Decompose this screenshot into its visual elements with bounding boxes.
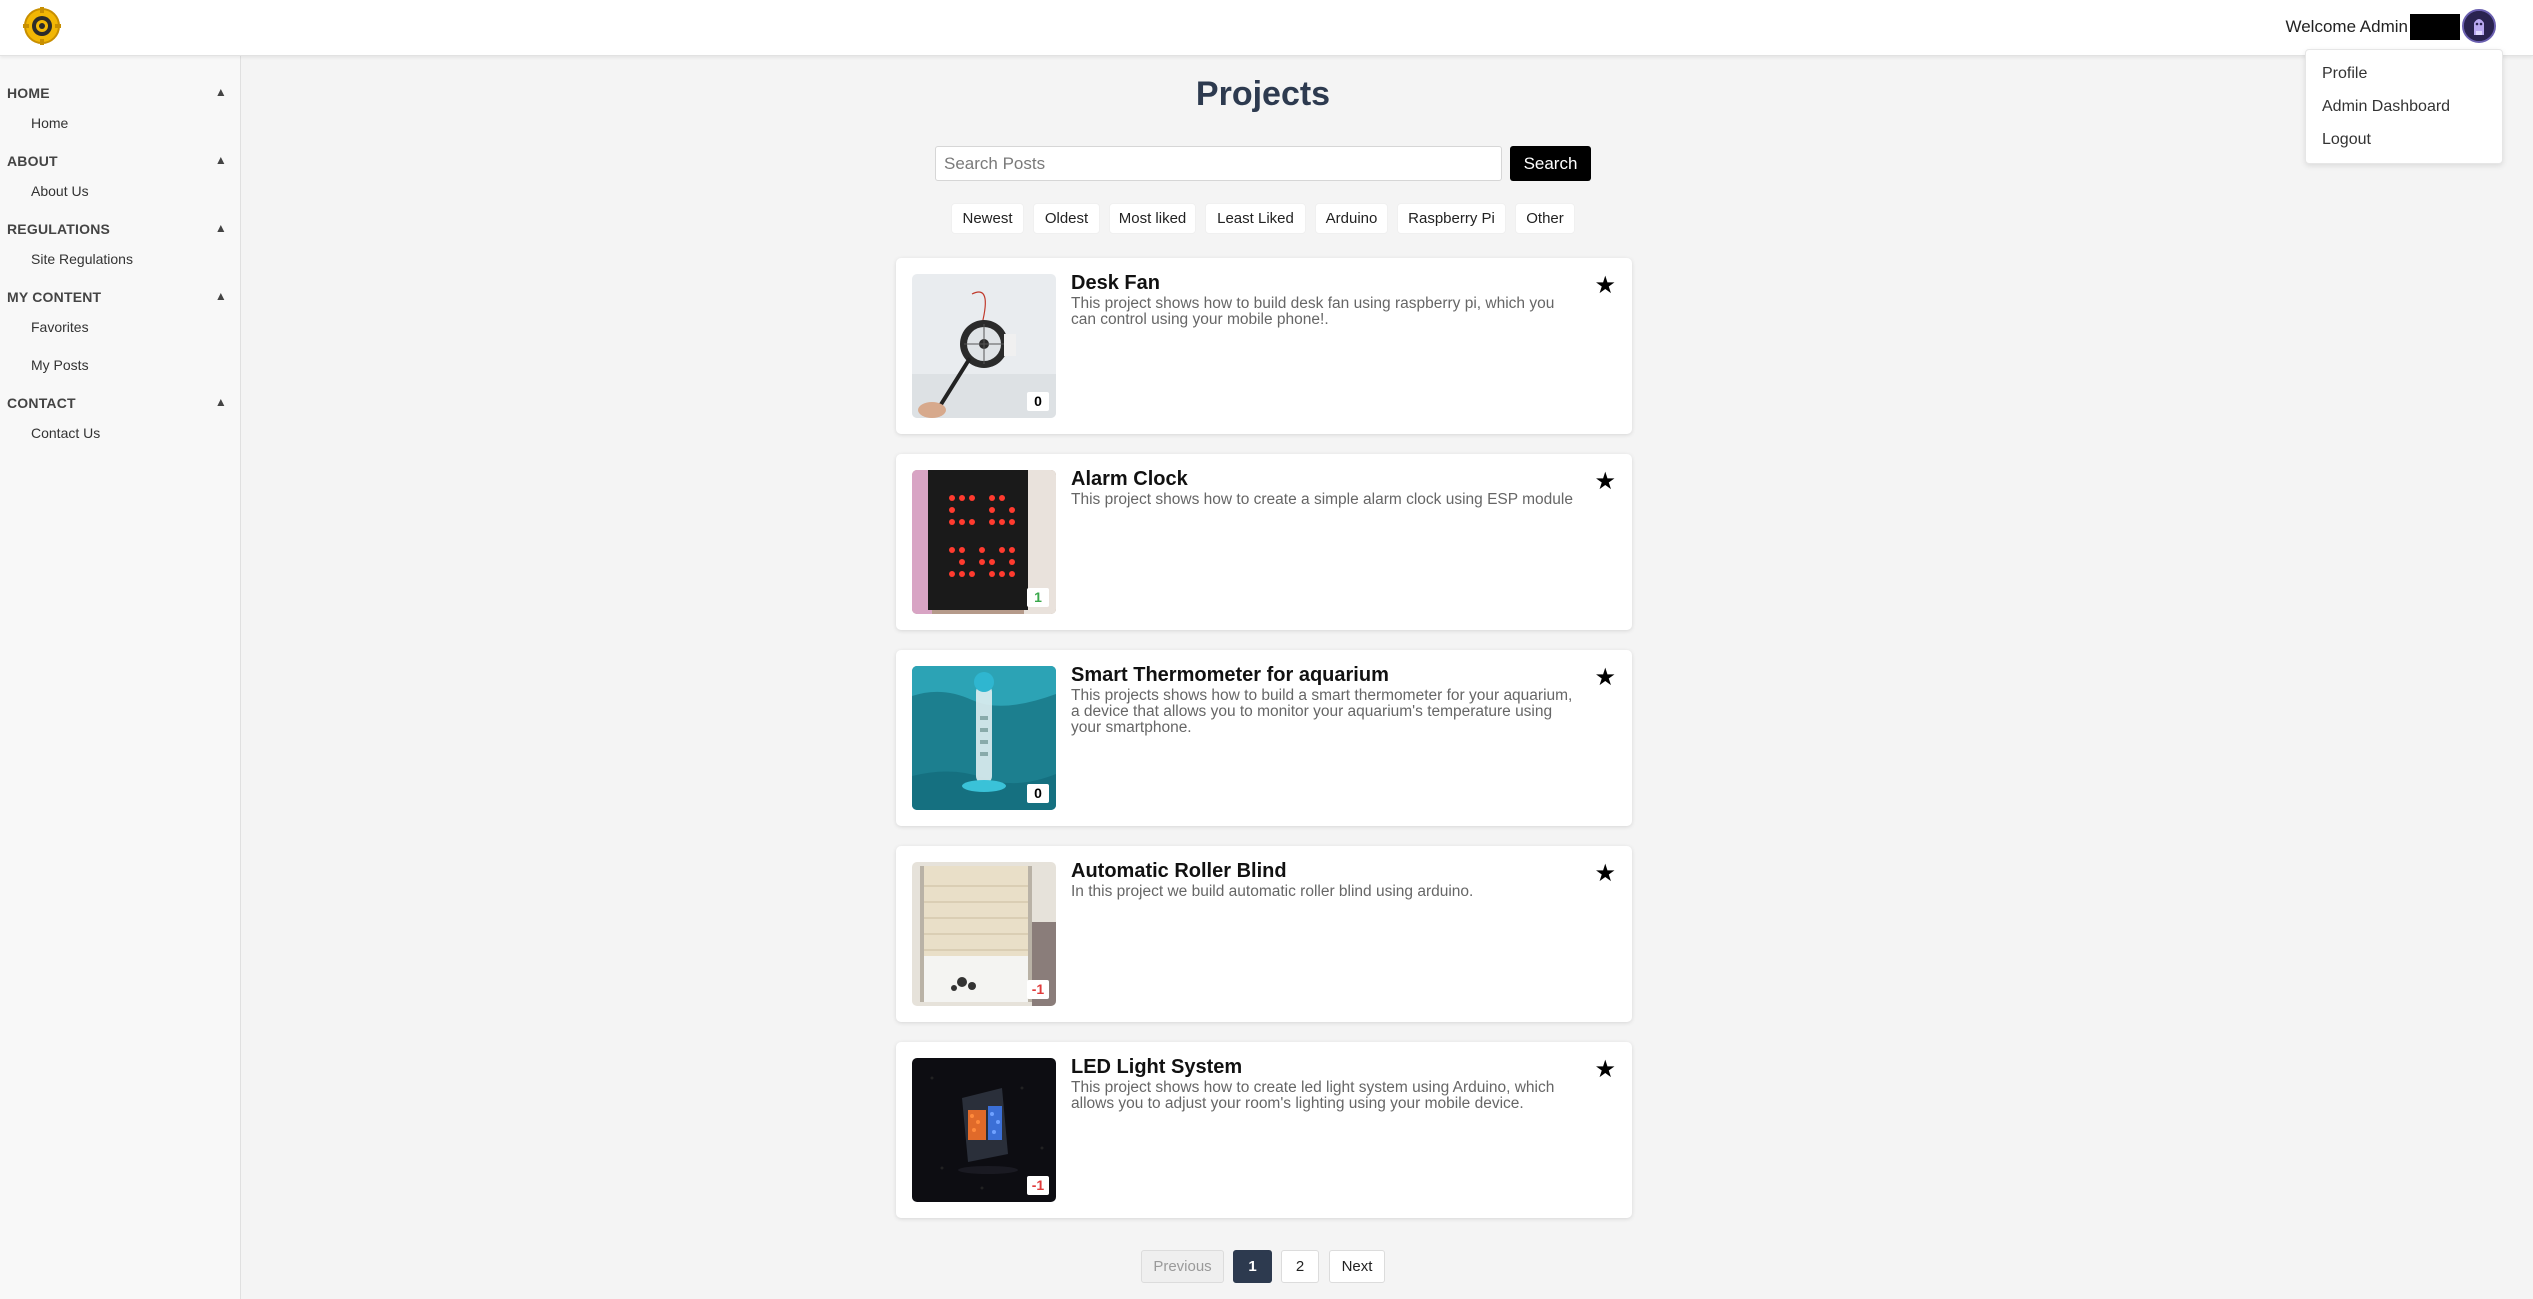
redacted-username: [2410, 14, 2460, 40]
favorite-star-icon[interactable]: ★: [1594, 859, 1616, 888]
search-input[interactable]: [935, 146, 1502, 181]
site-logo[interactable]: [22, 6, 62, 46]
post-title[interactable]: Smart Thermometer for aquarium: [1071, 664, 1389, 687]
post-description: In this project we build automatic rolle…: [1071, 883, 1474, 900]
sidebar-link-favorites[interactable]: Favorites: [31, 319, 89, 335]
post-description: This project shows how to create a simpl…: [1071, 491, 1573, 508]
page-title: Projects: [1195, 75, 1331, 113]
section-title: CONTACT: [7, 395, 76, 411]
sidebar-section-home[interactable]: HOME ▲: [7, 85, 227, 105]
menu-item-admin-dashboard[interactable]: Admin Dashboard: [2306, 93, 2502, 126]
favorite-star-icon[interactable]: ★: [1594, 467, 1616, 496]
welcome-text: Welcome Admin: [2285, 17, 2408, 36]
filter-arduino[interactable]: Arduino: [1315, 203, 1388, 234]
search-button[interactable]: Search: [1510, 146, 1591, 181]
sidebar-link-site-regulations[interactable]: Site Regulations: [31, 251, 133, 267]
favorite-star-icon[interactable]: ★: [1594, 271, 1616, 300]
sidebar-link-about-us[interactable]: About Us: [31, 183, 89, 199]
post-title[interactable]: LED Light System: [1071, 1056, 1242, 1079]
pagination-next[interactable]: Next: [1329, 1250, 1385, 1283]
filter-oldest[interactable]: Oldest: [1033, 203, 1100, 234]
collapse-arrow-icon[interactable]: ▲: [215, 221, 227, 235]
user-menu-dropdown: Profile Admin Dashboard Logout: [2305, 49, 2503, 164]
post-title[interactable]: Automatic Roller Blind: [1071, 860, 1287, 883]
like-score: -1: [1027, 1176, 1049, 1195]
section-title: REGULATIONS: [7, 221, 111, 237]
post-title[interactable]: Desk Fan: [1071, 272, 1160, 295]
post-thumbnail[interactable]: 0: [912, 274, 1056, 418]
collapse-arrow-icon[interactable]: ▲: [215, 289, 227, 303]
sidebar: HOME ▲ Home ABOUT ▲ About Us REGULATIONS…: [0, 56, 241, 1299]
section-title: HOME: [7, 85, 50, 101]
collapse-arrow-icon[interactable]: ▲: [215, 153, 227, 167]
like-score: 1: [1027, 588, 1049, 607]
filter-raspberry-pi[interactable]: Raspberry Pi: [1397, 203, 1506, 234]
collapse-arrow-icon[interactable]: ▲: [215, 395, 227, 409]
section-title: MY CONTENT: [7, 289, 102, 305]
sidebar-section-contact[interactable]: CONTACT ▲: [7, 395, 227, 415]
post-card[interactable]: -1 LED Light System This project shows h…: [896, 1042, 1632, 1218]
favorite-star-icon[interactable]: ★: [1594, 1055, 1616, 1084]
sidebar-link-my-posts[interactable]: My Posts: [31, 357, 89, 373]
sidebar-link-home[interactable]: Home: [31, 115, 68, 131]
favorite-star-icon[interactable]: ★: [1594, 663, 1616, 692]
filter-newest[interactable]: Newest: [951, 203, 1024, 234]
menu-item-logout[interactable]: Logout: [2306, 126, 2502, 159]
post-thumbnail[interactable]: -1: [912, 1058, 1056, 1202]
top-bar: Welcome Admin: [0, 0, 2533, 56]
like-score: 0: [1027, 784, 1049, 803]
sidebar-link-contact-us[interactable]: Contact Us: [31, 425, 100, 441]
post-title[interactable]: Alarm Clock: [1071, 468, 1188, 491]
post-description: This project shows how to create led lig…: [1071, 1079, 1555, 1112]
post-card[interactable]: 0 Smart Thermometer for aquarium This pr…: [896, 650, 1632, 826]
sidebar-section-about[interactable]: ABOUT ▲: [7, 153, 227, 173]
collapse-arrow-icon[interactable]: ▲: [215, 85, 227, 99]
post-card[interactable]: 1 Alarm Clock This project shows how to …: [896, 454, 1632, 630]
post-card[interactable]: 0 Desk Fan This project shows how to bui…: [896, 258, 1632, 434]
post-thumbnail[interactable]: -1: [912, 862, 1056, 1006]
section-title: ABOUT: [7, 153, 58, 169]
post-thumbnail[interactable]: 1: [912, 470, 1056, 614]
post-description: This project shows how to build desk fan…: [1071, 295, 1555, 328]
filter-most-liked[interactable]: Most liked: [1109, 203, 1196, 234]
avatar-icon: [2464, 11, 2494, 41]
like-score: 0: [1027, 392, 1049, 411]
post-description: This projects shows how to build a smart…: [1071, 687, 1573, 736]
like-score: -1: [1027, 980, 1049, 999]
pagination-page-1[interactable]: 1: [1233, 1250, 1272, 1283]
post-thumbnail[interactable]: 0: [912, 666, 1056, 810]
user-avatar[interactable]: [2462, 9, 2496, 43]
sidebar-section-regulations[interactable]: REGULATIONS ▲: [7, 221, 227, 241]
welcome-message: Welcome Admin: [2285, 14, 2460, 40]
sidebar-section-my-content[interactable]: MY CONTENT ▲: [7, 289, 227, 309]
pagination-previous[interactable]: Previous: [1141, 1250, 1224, 1283]
menu-item-profile[interactable]: Profile: [2306, 60, 2502, 93]
filter-other[interactable]: Other: [1515, 203, 1575, 234]
post-card[interactable]: -1 Automatic Roller Blind In this projec…: [896, 846, 1632, 1022]
filter-least-liked[interactable]: Least Liked: [1205, 203, 1306, 234]
pagination-page-2[interactable]: 2: [1281, 1250, 1319, 1283]
